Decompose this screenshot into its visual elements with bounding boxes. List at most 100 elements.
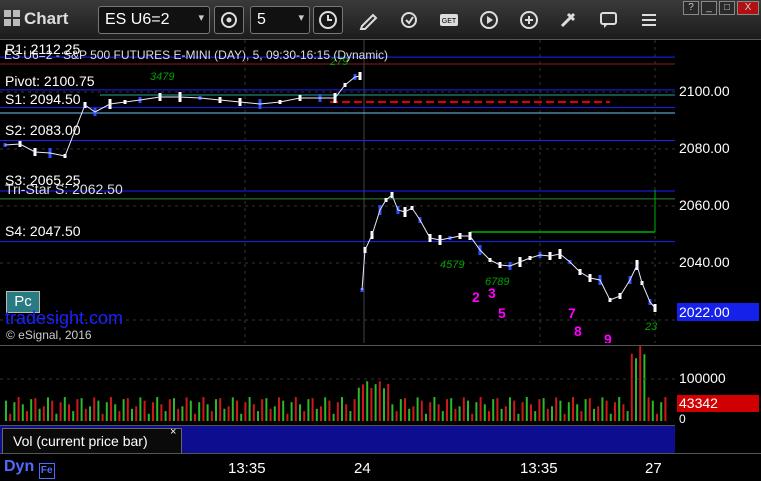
dynamic-button[interactable]: Dyn Fe <box>4 458 55 479</box>
volume-bar <box>496 398 499 421</box>
volume-panel[interactable] <box>0 345 675 425</box>
interval-select[interactable]: 5 ▾ <box>250 6 310 34</box>
volume-bar <box>601 397 604 421</box>
volume-bar <box>349 411 352 421</box>
time-axis[interactable]: Dyn Fe 13:35 24 13:35 27 <box>0 453 761 481</box>
volume-bar <box>282 400 285 421</box>
dyn-box: Fe <box>38 463 55 479</box>
volume-bar <box>34 398 37 421</box>
refresh-icon[interactable] <box>398 10 420 30</box>
svg-text:GET: GET <box>442 18 457 25</box>
volume-legend-tab[interactable]: Vol (current price bar) <box>2 428 182 454</box>
volume-bar <box>433 397 436 421</box>
symbol-settings-button[interactable] <box>214 6 244 34</box>
play-icon[interactable] <box>478 10 500 30</box>
volume-bar <box>462 397 465 421</box>
volume-bar <box>626 411 629 421</box>
volume-bar <box>387 383 390 421</box>
data-tag-icon[interactable]: GET <box>438 10 460 30</box>
time-tick: 27 <box>645 460 662 477</box>
volume-bar <box>147 413 150 421</box>
volume-bar <box>513 400 516 421</box>
volume-bar <box>290 402 293 421</box>
pencil-icon[interactable] <box>358 10 380 30</box>
price-tick: 2040.00 <box>679 254 730 270</box>
volume-bar <box>110 397 112 421</box>
minimize-button[interactable]: _ <box>701 1 717 15</box>
volume-bar <box>122 399 125 421</box>
volume-bar <box>307 399 310 421</box>
menu-icon[interactable] <box>638 10 660 30</box>
volume-bar <box>328 400 331 421</box>
level-label-r1: R1: 2112.25 <box>5 41 81 57</box>
volume-bar <box>525 397 528 421</box>
volume-bar <box>72 411 75 421</box>
price-axis[interactable]: 2100.00 2080.00 2060.00 2040.00 2022.00 <box>675 40 761 343</box>
window-title-text: Chart <box>24 9 69 28</box>
volume-bar <box>231 397 234 421</box>
symbol-select[interactable]: ES U6=2 ▾ <box>98 6 210 34</box>
chat-icon[interactable] <box>598 10 620 30</box>
volume-bar <box>622 404 625 421</box>
volume-bar <box>488 411 490 421</box>
volume-bar <box>538 399 541 421</box>
volume-bar <box>467 400 469 421</box>
volume-bar <box>47 397 49 421</box>
tdst-marker-green: 4579 <box>440 259 464 271</box>
volume-bar <box>219 398 222 421</box>
help-button[interactable]: ? <box>683 1 699 15</box>
price-chart-panel[interactable]: 3479 279 4579 6789 23 2 3 5 7 8 9 ES U6=2 - S&P 50… <box>0 40 675 343</box>
volume-bar <box>30 399 33 421</box>
volume-bar <box>131 408 133 421</box>
volume-bar <box>534 411 537 421</box>
volume-bar <box>223 408 226 421</box>
volume-bar <box>446 399 448 421</box>
volume-bar <box>68 404 70 421</box>
volume-bar <box>588 398 591 421</box>
volume-bar <box>59 402 62 421</box>
volume-bar <box>521 402 524 421</box>
time-tick: 13:35 <box>228 460 266 477</box>
volume-bar <box>458 406 461 421</box>
volume-bar <box>475 402 478 421</box>
volume-bar <box>324 397 327 421</box>
volume-bar <box>303 411 306 421</box>
maximize-button[interactable]: □ <box>719 1 735 15</box>
volume-bar <box>584 399 587 421</box>
volume-bar <box>189 400 192 421</box>
volume-bar <box>5 400 7 421</box>
volume-bar <box>168 399 171 421</box>
volume-bar <box>605 400 608 421</box>
volume-bar <box>656 413 658 421</box>
volume-bar <box>647 397 650 421</box>
volume-bar <box>126 398 129 421</box>
close-button[interactable]: X <box>737 1 759 15</box>
volume-bar <box>160 404 163 421</box>
volume-bar <box>420 400 423 421</box>
volume-bar <box>567 402 570 421</box>
volume-bar <box>135 406 138 421</box>
volume-legend-label: Vol (current price bar) <box>13 433 148 449</box>
volume-bar <box>378 381 381 421</box>
chevron-down-icon: ▾ <box>298 12 304 24</box>
volume-bar <box>139 397 142 421</box>
link-icon[interactable] <box>518 10 540 30</box>
volume-bar <box>555 397 558 421</box>
volume-bar <box>215 399 217 421</box>
volume-bar <box>530 404 532 421</box>
time-tick: 13:35 <box>520 460 558 477</box>
volume-bar <box>664 397 667 421</box>
volume-axis[interactable]: 100000 43342 0 <box>675 345 761 426</box>
volume-bar <box>311 398 314 421</box>
close-icon[interactable]: × <box>170 426 176 438</box>
volume-bar <box>576 404 579 421</box>
tools-icon[interactable] <box>558 10 580 30</box>
volume-tick: 0 <box>679 412 686 426</box>
volume-bar <box>660 402 663 421</box>
volume-bar <box>492 399 495 421</box>
price-bar-day2-line <box>361 194 656 309</box>
volume-tick: 100000 <box>679 370 726 386</box>
volume-bar <box>643 354 646 421</box>
interval-settings-button[interactable] <box>313 6 343 34</box>
volume-bar <box>320 406 322 421</box>
